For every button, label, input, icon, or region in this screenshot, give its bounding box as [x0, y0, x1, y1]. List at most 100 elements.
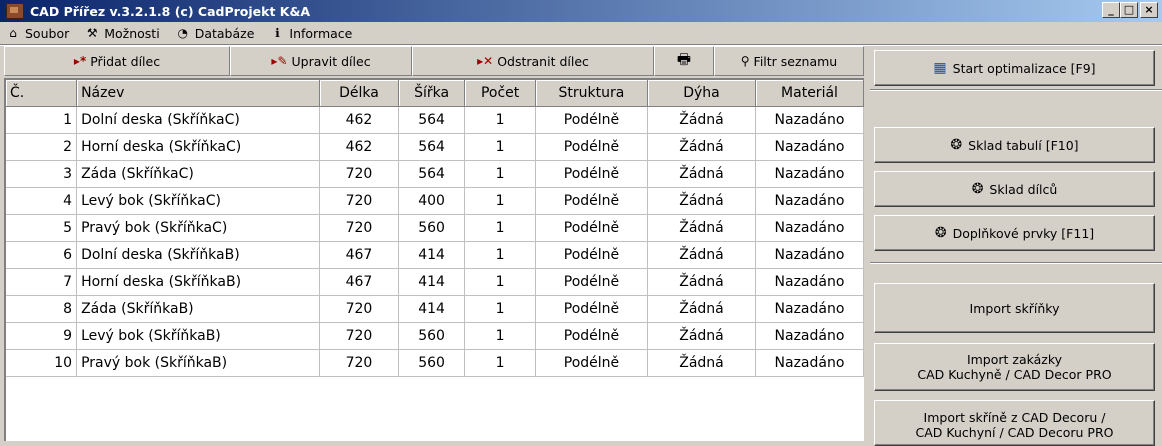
- cell-name: Záda (SkříňkaC): [76, 160, 320, 188]
- cell-material: Nazadáno: [755, 214, 864, 242]
- boxes-icon: ❂: [950, 136, 963, 153]
- cell-length: 720: [319, 322, 399, 350]
- maximize-button[interactable]: □: [1120, 2, 1138, 18]
- database-icon: ◔: [177, 26, 188, 40]
- column-header-number[interactable]: Č.: [6, 80, 78, 107]
- menu-soubor[interactable]: ⌂ Soubor: [6, 26, 69, 41]
- cell-name: Záda (SkříňkaB): [76, 295, 320, 323]
- cell-count: 1: [464, 268, 536, 296]
- menu-bar: ⌂ Soubor ⚒ Možnosti ◔ Databáze ℹ Informa…: [0, 22, 1162, 44]
- remove-icon: ▸✕: [477, 54, 494, 68]
- cell-veneer: Žádná: [647, 349, 756, 377]
- cell-length: 720: [319, 187, 399, 215]
- parts-stock-button[interactable]: ❂ Sklad dílců: [874, 171, 1155, 207]
- menu-informace[interactable]: ℹ Informace: [270, 26, 352, 41]
- filter-list-button[interactable]: ⚲ Filtr seznamu: [714, 46, 864, 76]
- table-row[interactable]: 8 Záda (SkříňkaB) 720 414 1 Podélně Žádná Nazad…: [6, 295, 864, 323]
- column-header-length[interactable]: Délka: [319, 80, 399, 107]
- table-row[interactable]: 9 Levý bok (SkříňkaB) 720 560 1 Podélně Žádná N…: [6, 322, 864, 350]
- cell-structure: Podélně: [535, 349, 649, 377]
- column-header-width[interactable]: Šířka: [398, 80, 466, 107]
- print-button[interactable]: 🖶: [654, 46, 714, 76]
- cell-number: 6: [6, 241, 78, 269]
- cell-name: Dolní deska (SkříňkaB): [76, 241, 320, 269]
- import-order-button[interactable]: Import zakázky CAD Kuchyně / CAD Decor P…: [874, 343, 1155, 391]
- cell-width: 400: [398, 187, 466, 215]
- parts-table[interactable]: Č. Název Délka Šířka Počet Struktura Dýh…: [4, 78, 864, 441]
- import-decor-line1: Import skříně z CAD Decoru /: [923, 410, 1106, 425]
- panel-separator: [870, 262, 1162, 264]
- edit-part-button[interactable]: ▸✎ Upravit dílec: [230, 46, 412, 76]
- cell-number: 2: [6, 133, 78, 161]
- column-header-count[interactable]: Počet: [464, 80, 536, 107]
- cell-number: 1: [6, 106, 78, 134]
- table-row[interactable]: 7 Horní deska (SkříňkaB) 467 414 1 Podélně Žád…: [6, 268, 864, 296]
- cell-veneer: Žádná: [647, 322, 756, 350]
- edit-part-label: Upravit dílec: [291, 53, 371, 69]
- cell-veneer: Žádná: [647, 160, 756, 188]
- cell-count: 1: [464, 214, 536, 242]
- title-bar: CAD Přířez v.3.2.1.8 (c) CadProjekt K&A …: [0, 0, 1162, 22]
- extras-label: Doplňkové prvky [F11]: [952, 225, 1095, 241]
- minimize-button[interactable]: _: [1102, 2, 1120, 18]
- table-row[interactable]: 4 Levý bok (SkříňkaC) 720 400 1 Podélně Žádná N…: [6, 187, 864, 215]
- table-header: Č. Název Délka Šířka Počet Struktura Dýh…: [6, 80, 864, 107]
- column-header-structure[interactable]: Struktura: [535, 80, 649, 107]
- tools-icon: ⚒: [86, 26, 98, 40]
- cell-veneer: Žádná: [647, 187, 756, 215]
- toolbar: ▸* Přidat dílec ▸✎ Upravit dílec ▸✕ Odst…: [4, 46, 864, 76]
- start-optimization-button[interactable]: ▦ Start optimalizace [F9]: [874, 50, 1155, 86]
- table-row[interactable]: 2 Horní deska (SkříňkaC) 462 564 1 Podélně Žád…: [6, 133, 864, 161]
- table-row[interactable]: 5 Pravý bok (SkříňkaC) 720 560 1 Podélně Žádná…: [6, 214, 864, 242]
- cell-veneer: Žádná: [647, 106, 756, 134]
- column-header-name[interactable]: Název: [76, 80, 320, 107]
- column-header-material[interactable]: Materiál: [755, 80, 864, 107]
- cell-length: 462: [319, 106, 399, 134]
- table-row[interactable]: 10 Pravý bok (SkříňkaB) 720 560 1 Podélně Žádn…: [6, 349, 864, 377]
- cell-length: 720: [319, 214, 399, 242]
- cell-number: 5: [6, 214, 78, 242]
- column-header-veneer[interactable]: Dýha: [647, 80, 756, 107]
- cell-material: Nazadáno: [755, 349, 864, 377]
- edit-icon: ▸✎: [271, 54, 288, 68]
- table-row[interactable]: 6 Dolní deska (SkříňkaB) 467 414 1 Podélně Žád…: [6, 241, 864, 269]
- import-cabinet-label: Import skříňky: [969, 300, 1060, 316]
- table-body: 1 Dolní deska (SkříňkaC) 462 564 1 Podélně Žád…: [6, 106, 864, 377]
- cell-veneer: Žádná: [647, 268, 756, 296]
- menu-databaze[interactable]: ◔ Databáze: [176, 26, 254, 41]
- table-row[interactable]: 1 Dolní deska (SkříňkaC) 462 564 1 Podélně Žád…: [6, 106, 864, 134]
- add-part-label: Přidat dílec: [90, 53, 161, 69]
- cell-number: 4: [6, 187, 78, 215]
- cell-count: 1: [464, 349, 536, 377]
- cell-length: 720: [319, 295, 399, 323]
- home-icon: ⌂: [9, 26, 17, 40]
- cell-structure: Podélně: [535, 322, 649, 350]
- menu-moznosti[interactable]: ⚒ Možnosti: [85, 25, 160, 41]
- sheet-stock-button[interactable]: ❂ Sklad tabulí [F10]: [874, 127, 1155, 163]
- import-decor-button[interactable]: Import skříně z CAD Decoru / CAD Kuchyní…: [874, 400, 1155, 446]
- parts-stock-label: Sklad dílců: [989, 181, 1058, 197]
- boxes-icon: ❂: [971, 180, 984, 197]
- info-icon: ℹ: [275, 26, 280, 40]
- menu-label: Možnosti: [104, 25, 160, 41]
- import-cabinet-button[interactable]: Import skříňky: [874, 283, 1155, 333]
- close-button[interactable]: ×: [1140, 2, 1158, 18]
- sheet-stock-label: Sklad tabulí [F10]: [968, 137, 1079, 153]
- cell-material: Nazadáno: [755, 322, 864, 350]
- cell-count: 1: [464, 133, 536, 161]
- cell-width: 564: [398, 106, 466, 134]
- cell-structure: Podélně: [535, 214, 649, 242]
- cell-material: Nazadáno: [755, 106, 864, 134]
- add-part-button[interactable]: ▸* Přidat dílec: [4, 46, 230, 76]
- cell-name: Levý bok (SkříňkaC): [76, 187, 320, 215]
- cell-length: 467: [319, 268, 399, 296]
- table-row[interactable]: 3 Záda (SkříňkaC) 720 564 1 Podélně Žádná Nazad…: [6, 160, 864, 188]
- cell-count: 1: [464, 106, 536, 134]
- cell-length: 467: [319, 241, 399, 269]
- cell-structure: Podélně: [535, 133, 649, 161]
- extras-button[interactable]: ❂ Doplňkové prvky [F11]: [874, 215, 1155, 251]
- cell-name: Horní deska (SkříňkaB): [76, 268, 320, 296]
- filter-list-label: Filtr seznamu: [753, 53, 838, 69]
- cell-width: 560: [398, 214, 466, 242]
- remove-part-button[interactable]: ▸✕ Odstranit dílec: [412, 46, 654, 76]
